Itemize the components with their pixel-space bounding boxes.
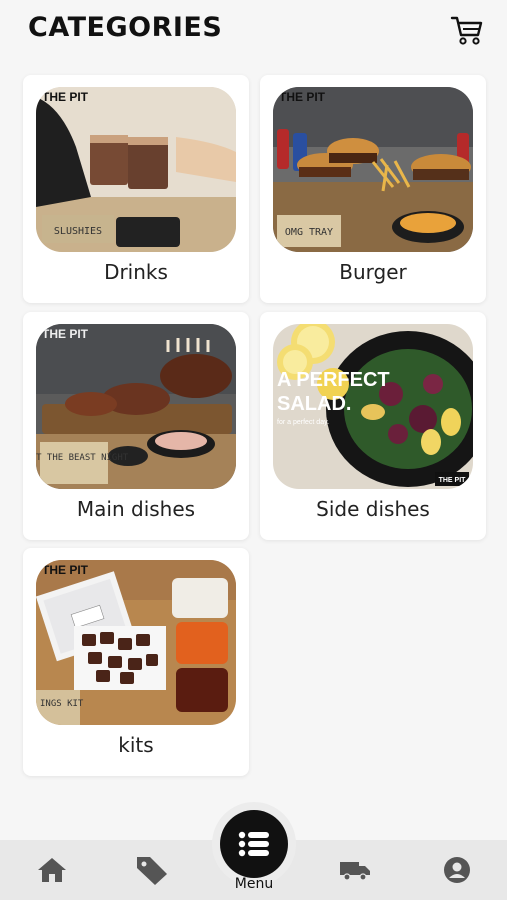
category-label: kits	[118, 733, 154, 757]
cart-button[interactable]	[448, 12, 486, 48]
image-brand-text: THE PIT	[42, 563, 89, 577]
image-caption: MEAT THE BEAST NIGHT	[36, 453, 129, 463]
menu-list-icon	[238, 831, 269, 857]
user-icon	[444, 857, 470, 883]
header: CATEGORIES	[0, 0, 507, 60]
category-label: Drinks	[104, 260, 168, 284]
menu-button[interactable]	[220, 810, 288, 878]
category-image-drinks: SLUSHIES THE PIT	[36, 87, 236, 252]
category-card-burger[interactable]: OMG TRAY THE PIT Burger	[260, 75, 486, 303]
category-image-kits: INGS KIT THE PIT	[36, 560, 236, 725]
image-brand-text: THE PIT	[279, 90, 326, 104]
nav-profile[interactable]	[427, 840, 487, 900]
home-icon	[38, 858, 66, 882]
image-badge: THE PIT	[439, 477, 467, 484]
nav-delivery[interactable]	[325, 840, 385, 900]
image-caption: INGS KIT	[40, 699, 84, 709]
category-image-side-dishes: A PERFECT SALAD. for a perfect day. THE …	[273, 324, 473, 489]
category-label: Main dishes	[76, 497, 196, 521]
category-label: Burger	[339, 260, 407, 284]
image-caption: SLUSHIES	[54, 226, 102, 237]
menu-label: Menu	[234, 876, 274, 892]
nav-offers[interactable]	[122, 840, 182, 900]
image-caption: OMG TRAY	[285, 227, 333, 238]
image-brand-text: THE PIT	[42, 327, 89, 341]
category-image-burger: OMG TRAY THE PIT	[273, 87, 473, 252]
page-title: CATEGORIES	[28, 12, 223, 43]
shopping-cart-icon	[450, 16, 483, 45]
nav-home[interactable]	[22, 840, 82, 900]
category-image-main-dishes: MEAT THE BEAST NIGHT THE PIT	[36, 324, 236, 489]
category-label: Side dishes	[316, 497, 430, 521]
tag-icon	[137, 857, 167, 885]
category-card-main-dishes[interactable]: MEAT THE BEAST NIGHT THE PIT Main dishes	[23, 312, 249, 540]
category-card-side-dishes[interactable]: A PERFECT SALAD. for a perfect day. THE …	[260, 312, 486, 540]
image-brand-text: THE PIT	[42, 90, 89, 104]
image-caption: for a perfect day.	[277, 419, 329, 426]
category-card-drinks[interactable]: SLUSHIES THE PIT Drinks	[23, 75, 249, 303]
truck-icon	[340, 862, 370, 881]
category-card-kits[interactable]: INGS KIT THE PIT kits	[23, 548, 249, 776]
